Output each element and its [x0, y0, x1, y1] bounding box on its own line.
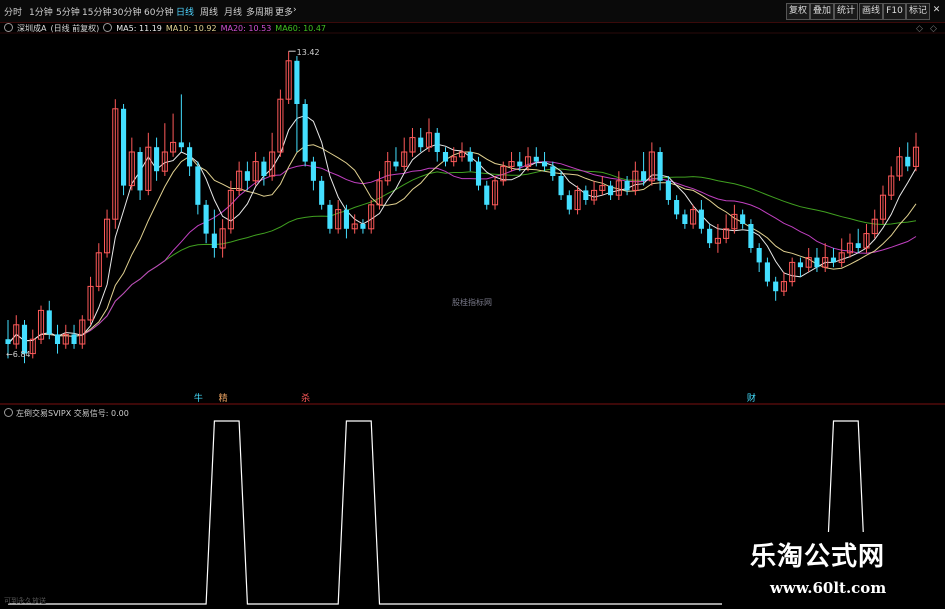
candle-body-down [797, 262, 803, 268]
candle-body-down [756, 248, 762, 263]
signal-marker: 财 [747, 392, 756, 404]
candle-body-down [203, 204, 209, 234]
signal-marker: 牛 [194, 392, 203, 404]
candle-body-down [71, 334, 77, 344]
candle-body-down [682, 214, 688, 224]
candle-body-down [310, 161, 316, 181]
candle-body-down [608, 185, 614, 196]
candle-body-down [211, 233, 217, 248]
candle-body-down [773, 281, 779, 292]
high-price-label: 13.42 [297, 48, 320, 57]
signal-marker: 精 [219, 392, 228, 404]
indicator-legend: 左倒交易SVIPX 交易信号: 0.00 [4, 408, 129, 419]
candle-body-down [434, 132, 440, 152]
candle-body-down [484, 185, 490, 205]
indicator-signal: 交易信号: 0.00 [73, 409, 129, 418]
candle-body-down [698, 209, 704, 229]
candle-body-down [855, 243, 861, 248]
candle-body-down [442, 152, 449, 162]
candle-body-down [187, 147, 193, 167]
candle-body-down [195, 166, 201, 205]
candle-body-down [418, 137, 424, 148]
candle-body-down [244, 171, 250, 181]
candle-body-down [541, 161, 548, 167]
candle-body-down [475, 161, 482, 186]
candle-body-down [764, 262, 770, 282]
site-watermark: 乐淘公式网 www.60lt.com [722, 532, 945, 609]
candle-body-down [5, 339, 11, 344]
candle-body-down [302, 104, 308, 162]
candle-body-down [665, 180, 671, 200]
candle-body-down [905, 156, 911, 167]
indicator-name: 左倒交易SVIPX [16, 409, 72, 418]
gear-icon[interactable] [4, 408, 13, 417]
candle-body-down [566, 195, 572, 210]
center-watermark: 股桂指标网 [452, 297, 492, 307]
candle-body-down [178, 142, 184, 148]
kline-chart: 13.42 ←6.84 股桂指标网牛 精 杀 财 [0, 32, 945, 605]
ma10-line [7, 144, 917, 345]
candle-body-down [467, 152, 473, 162]
candle-body-down [830, 257, 837, 263]
candle-body-down [294, 60, 300, 104]
candle-body-down [740, 214, 746, 224]
candle-body-down [343, 209, 349, 229]
candle-body-down [121, 108, 127, 186]
candle-body-down [550, 166, 556, 176]
candle-body-down [54, 334, 61, 344]
candle-body-down [393, 161, 399, 167]
candle-body-down [707, 228, 713, 244]
ma20-line [7, 161, 917, 345]
watermark-url: www.60lt.com [770, 579, 887, 597]
candle-body-down [517, 161, 523, 167]
candle-body-down [261, 161, 267, 176]
signal-marker: 杀 [301, 392, 310, 404]
candle-body-down [583, 190, 589, 200]
candle-body-down [641, 171, 647, 181]
candle-body-down [674, 200, 680, 215]
candle-body-down [533, 156, 539, 162]
candle-body-down [748, 224, 754, 248]
candle-body-down [814, 257, 820, 268]
candle-body-down [657, 152, 663, 181]
candle-body-down [137, 152, 143, 191]
candle-body-down [46, 310, 52, 335]
footer-note: 可到永久放送 [4, 597, 46, 605]
candle-body-down [624, 180, 630, 191]
candle-body-down [319, 180, 325, 205]
ma60-line [7, 168, 917, 345]
low-price-label: ←6.84 [6, 350, 31, 359]
candle-body-down [327, 204, 333, 229]
candle-body-down [558, 176, 564, 196]
candle-body-down [154, 147, 160, 172]
candle-body-down [360, 224, 366, 229]
watermark-title: 乐淘公式网 [750, 542, 886, 572]
